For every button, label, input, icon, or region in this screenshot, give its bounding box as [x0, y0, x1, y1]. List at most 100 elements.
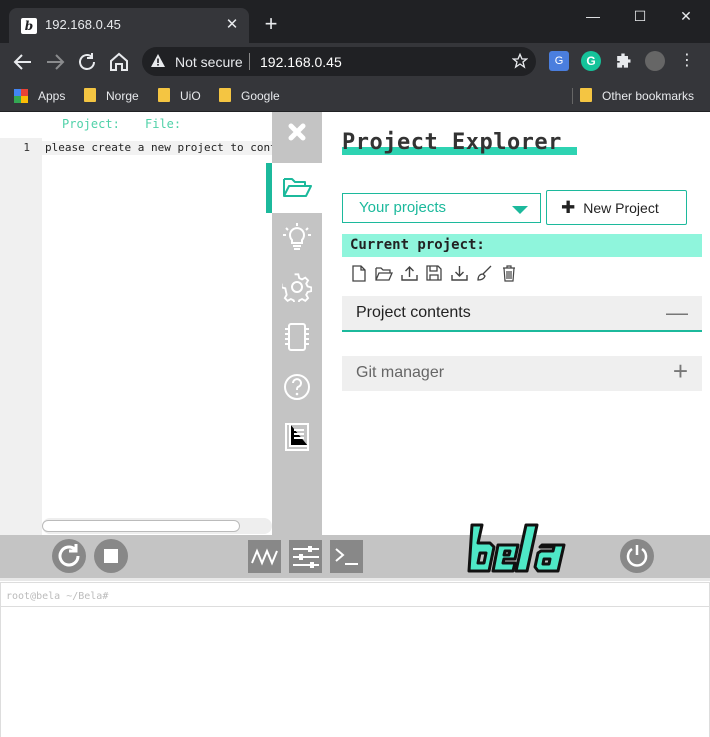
code-line[interactable]: please create a new project to continue [42, 141, 272, 155]
browser-toolbar: Not secure 192.168.0.45 G G ⋮ [0, 43, 710, 80]
projects-dropdown-label: Your projects [359, 199, 446, 216]
shutdown-button[interactable] [620, 539, 654, 573]
grammarly-extension-icon[interactable]: G [581, 51, 601, 71]
address-bar[interactable]: Not secure 192.168.0.45 [142, 47, 536, 76]
tab-settings[interactable] [272, 265, 322, 309]
folder-icon [84, 88, 96, 102]
clean-brush-icon[interactable] [475, 264, 493, 282]
terminal-icon [334, 547, 358, 565]
open-folder-icon[interactable] [375, 264, 393, 282]
browser-tabstrip: b 192.168.0.45 ✕ + — ☐ ✕ [0, 0, 710, 43]
extensions-puzzle-icon[interactable] [613, 51, 633, 71]
tab-favicon: b [21, 18, 37, 34]
plus-icon[interactable]: + [673, 358, 688, 384]
profile-avatar[interactable] [645, 51, 665, 71]
projects-dropdown[interactable]: Your projects [342, 193, 541, 223]
folder-icon [580, 88, 592, 102]
sliders-icon [292, 545, 319, 568]
tab-examples[interactable] [272, 215, 322, 259]
new-project-button[interactable]: ✚ New Project [546, 190, 687, 225]
console-toggle-button[interactable] [330, 540, 363, 573]
bookmark-norge[interactable]: Norge [84, 86, 139, 106]
translate-extension-icon[interactable]: G [549, 51, 569, 71]
bookmark-apps[interactable]: Apps [14, 86, 65, 106]
section-label: Project contents [356, 304, 471, 321]
chevron-down-icon [512, 206, 528, 214]
bookmark-label: Google [241, 89, 280, 103]
maximize-icon[interactable]: ☐ [617, 4, 663, 28]
bookmarks-separator [572, 88, 573, 104]
back-icon[interactable] [11, 50, 35, 74]
section-label: Git manager [356, 364, 445, 381]
new-tab-icon[interactable]: + [260, 13, 282, 35]
refresh-icon [58, 544, 80, 567]
line-number: 1 [23, 141, 30, 154]
upload-icon[interactable] [400, 264, 418, 282]
bela-ide: Project: File: 1 please create a new pro… [0, 112, 710, 737]
section-project-contents[interactable]: Project contents — [342, 296, 702, 332]
apps-grid-icon [14, 89, 28, 103]
scrollbar-thumb[interactable] [42, 520, 240, 532]
browser-tab[interactable]: b 192.168.0.45 ✕ [9, 8, 249, 43]
help-icon [284, 374, 310, 400]
bookmark-star-icon[interactable] [512, 53, 528, 69]
minus-icon[interactable]: — [666, 302, 688, 324]
bookmark-uio[interactable]: UiO [158, 86, 201, 106]
editor-gutter: 1 [0, 138, 42, 535]
not-secure-label[interactable]: Not secure [175, 54, 243, 70]
current-project-bar: Current project: [342, 234, 702, 257]
close-panel-icon[interactable] [272, 116, 322, 152]
tab-help[interactable] [272, 365, 322, 409]
tab-close-icon[interactable]: ✕ [223, 16, 241, 34]
bookmark-label: Norge [106, 89, 139, 103]
console-resize-divider[interactable] [0, 578, 710, 581]
folder-open-icon [283, 178, 312, 197]
minimize-icon[interactable]: — [570, 4, 616, 28]
book-icon [285, 423, 309, 451]
board-icon [285, 323, 309, 351]
oscilloscope-button[interactable] [248, 540, 281, 573]
window-close-icon[interactable]: ✕ [663, 4, 709, 28]
stop-button[interactable] [94, 539, 128, 573]
editor-horizontal-scrollbar[interactable] [42, 518, 272, 534]
bookmark-google[interactable]: Google [219, 86, 280, 106]
new-project-label: New Project [583, 200, 659, 216]
download-icon[interactable] [450, 264, 468, 282]
power-icon [626, 545, 648, 567]
bookmark-label: UiO [180, 89, 201, 103]
gui-controls-button[interactable] [289, 540, 322, 573]
folder-icon [158, 88, 170, 102]
save-icon[interactable] [425, 264, 443, 282]
tab-title: 192.168.0.45 [45, 17, 121, 32]
plus-icon: ✚ [561, 198, 576, 217]
warning-icon[interactable] [150, 53, 166, 69]
home-icon[interactable] [107, 50, 131, 74]
reload-icon[interactable] [75, 50, 99, 74]
project-explorer-panel: Project Explorer Your projects ✚ New Proj… [322, 112, 710, 535]
project-toolbar [350, 264, 518, 282]
tab-project-explorer[interactable] [272, 163, 322, 213]
bottom-toolbar [0, 523, 710, 578]
bookmark-label: Apps [38, 89, 66, 103]
panel-title: Project Explorer [342, 130, 562, 155]
folder-icon [219, 88, 231, 102]
console-input-underline [0, 606, 710, 607]
console-panel[interactable]: root@bela ~/Bela# [0, 582, 710, 737]
code-editor[interactable]: Project: File: 1 please create a new pro… [0, 112, 272, 535]
waveform-icon [250, 547, 278, 566]
trash-icon[interactable] [500, 264, 518, 282]
new-file-icon[interactable] [350, 264, 368, 282]
forward-icon[interactable] [43, 50, 67, 74]
other-bookmarks[interactable]: Other bookmarks [580, 86, 694, 106]
editor-file-label: File: [145, 117, 182, 131]
tab-documentation[interactable] [272, 415, 322, 459]
tab-pin-diagram[interactable] [272, 315, 322, 359]
url-text[interactable]: 192.168.0.45 [260, 54, 342, 70]
omnibox-separator [249, 53, 250, 70]
menu-kebab-icon[interactable]: ⋮ [677, 51, 697, 71]
section-git-manager[interactable]: Git manager + [342, 356, 702, 391]
console-prompt[interactable]: root@bela ~/Bela# [6, 591, 108, 602]
rebuild-button[interactable] [52, 539, 86, 573]
bookmarks-bar: Apps Norge UiO Google Other bookmarks [0, 80, 710, 112]
lightbulb-icon [283, 223, 311, 250]
